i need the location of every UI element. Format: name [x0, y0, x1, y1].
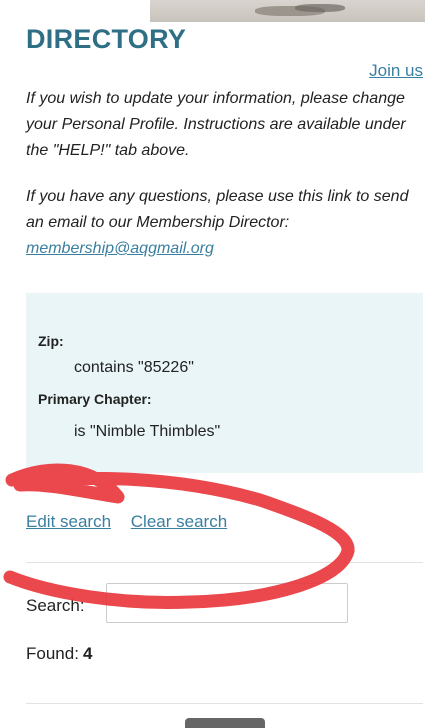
membership-email-link[interactable]: membership@aqgmail.org [26, 240, 214, 257]
divider [26, 703, 423, 704]
found-count: 4 [82, 644, 93, 663]
join-us-link[interactable]: Join us [369, 61, 423, 81]
search-criteria-panel: Zip: contains "85226" Primary Chapter: i… [26, 293, 423, 473]
results-count: Found: 4 [26, 644, 92, 664]
search-actions: Edit search Clear search [26, 512, 242, 532]
bottom-button[interactable] [185, 718, 265, 728]
banner-shape [295, 4, 345, 12]
edit-search-link[interactable]: Edit search [26, 512, 111, 531]
page-title: DIRECTORY [26, 24, 187, 54]
zip-criteria-value: contains "85226" [74, 359, 194, 376]
zip-criteria-label: Zip: [38, 333, 64, 349]
chapter-criteria-label: Primary Chapter: [38, 391, 152, 407]
search-label: Search: [26, 596, 85, 615]
header-banner-image [150, 0, 425, 22]
search-input[interactable] [106, 583, 348, 623]
chapter-criteria-value: is "Nimble Thimbles" [74, 423, 221, 440]
found-label: Found: [26, 644, 79, 663]
questions-text: If you have any questions, please use th… [26, 188, 409, 231]
update-info-text: If you wish to update your information, … [26, 90, 406, 159]
divider [26, 562, 423, 563]
questions-info-text: If you have any questions, please use th… [26, 184, 416, 262]
clear-search-link[interactable]: Clear search [131, 512, 227, 531]
